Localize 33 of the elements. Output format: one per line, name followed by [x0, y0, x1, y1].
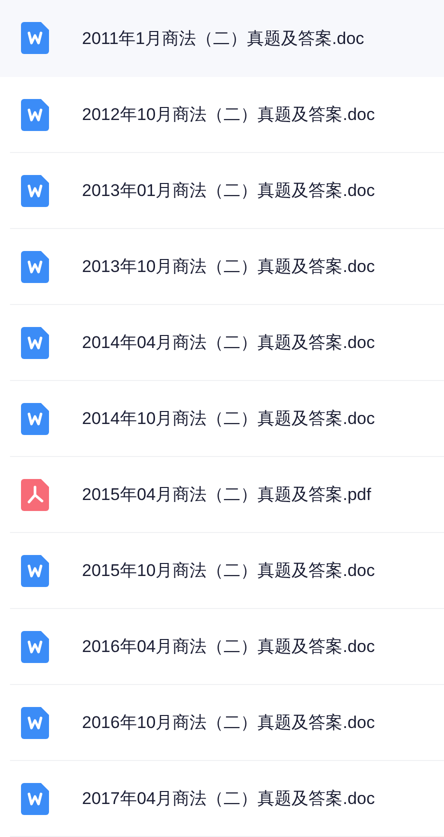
file-name: 2017年04月商法（二）真题及答案.doc [82, 788, 375, 810]
file-row[interactable]: 2013年01月商法（二）真题及答案.doc [10, 153, 444, 229]
file-row[interactable]: 2014年10月商法（二）真题及答案.doc [10, 381, 444, 457]
document-icon [21, 250, 49, 282]
file-row[interactable]: 2016年04月商法（二）真题及答案.doc [10, 609, 444, 685]
file-name: 2014年04月商法（二）真题及答案.doc [82, 332, 375, 354]
file-name: 2011年1月商法（二）真题及答案.doc [82, 28, 364, 50]
document-icon [21, 98, 49, 130]
file-row[interactable]: 2016年10月商法（二）真题及答案.doc [10, 685, 444, 761]
file-name: 2013年10月商法（二）真题及答案.doc [82, 256, 375, 278]
file-name: 2013年01月商法（二）真题及答案.doc [82, 180, 375, 202]
document-icon [21, 326, 49, 358]
file-row[interactable]: 2017年04月商法（二）真题及答案.doc [10, 761, 444, 837]
file-row[interactable]: 2011年1月商法（二）真题及答案.doc [0, 0, 444, 77]
file-row[interactable]: 2015年10月商法（二）真题及答案.doc [10, 533, 444, 609]
document-icon [21, 174, 49, 206]
file-name: 2015年04月商法（二）真题及答案.pdf [82, 484, 372, 506]
document-icon [21, 782, 49, 814]
file-name: 2016年10月商法（二）真题及答案.doc [82, 712, 375, 734]
document-icon [21, 22, 49, 54]
file-name: 2015年10月商法（二）真题及答案.doc [82, 560, 375, 582]
document-icon [21, 402, 49, 434]
document-icon [21, 554, 49, 586]
file-row[interactable]: 2012年10月商法（二）真题及答案.doc [10, 77, 444, 153]
file-row[interactable]: 2013年10月商法（二）真题及答案.doc [10, 229, 444, 305]
pdf-icon [21, 478, 49, 510]
document-icon [21, 706, 49, 738]
file-row[interactable]: 2015年04月商法（二）真题及答案.pdf [10, 457, 444, 533]
file-name: 2016年04月商法（二）真题及答案.doc [82, 636, 375, 658]
document-icon [21, 630, 49, 662]
file-row[interactable]: 2014年04月商法（二）真题及答案.doc [10, 305, 444, 381]
file-name: 2014年10月商法（二）真题及答案.doc [82, 408, 375, 430]
file-name: 2012年10月商法（二）真题及答案.doc [82, 104, 375, 126]
